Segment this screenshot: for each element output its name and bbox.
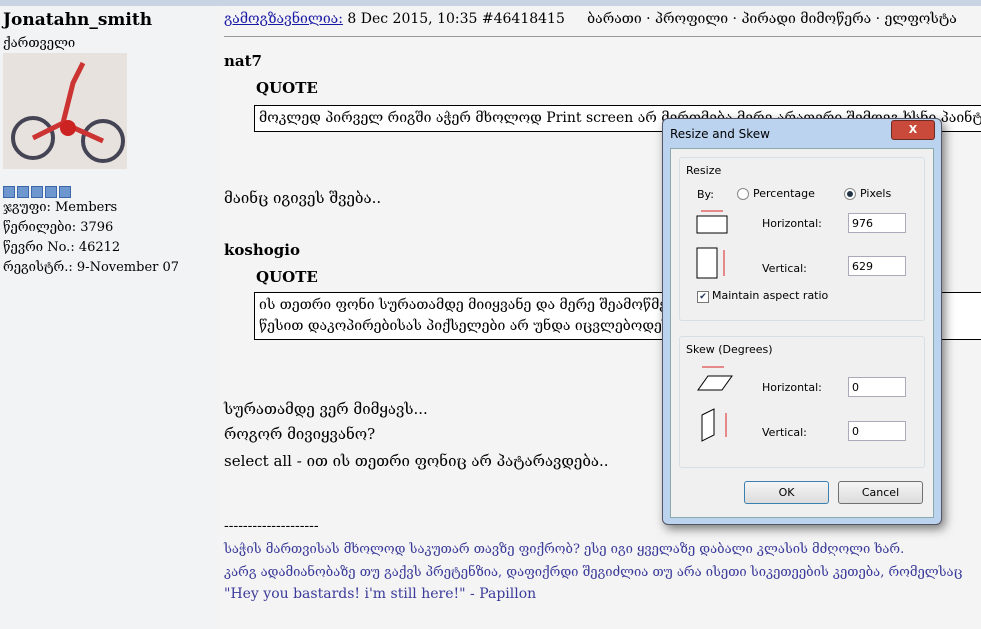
user-member-no: წევრი No.: 46212 xyxy=(3,240,121,255)
pixels-radio[interactable]: Pixels xyxy=(844,187,891,200)
vertical-resize-icon xyxy=(696,247,725,279)
reply-line: სურათამდე ვერ მიმყავს... xyxy=(224,400,428,418)
resize-skew-dialog: Resize and Skew X Resize By: Percentage … xyxy=(662,118,942,525)
skew-group: Skew (Degrees) Horizontal: 0 Vertical: 0 xyxy=(679,336,925,468)
post-actions[interactable]: ბარათი · პროფილი · პირადი მიმოწერა · ელფ… xyxy=(587,11,957,27)
skew-vertical-icon xyxy=(701,408,727,442)
maintain-aspect-label: Maintain aspect ratio xyxy=(712,289,829,302)
horizontal-resize-icon xyxy=(696,210,728,234)
signature-line: კარგ ადამიანობაზე თუ გაქვს პრეტენზია, და… xyxy=(224,565,963,580)
pixels-label: Pixels xyxy=(860,187,892,200)
horizontal-label: Horizontal: xyxy=(762,217,822,230)
resize-label: Resize xyxy=(686,164,722,177)
user-registered: რეგისტრ.: 9-November 07 xyxy=(3,260,180,275)
skew-horizontal-label: Horizontal: xyxy=(762,381,822,394)
post-permalink[interactable]: გამოგზავნილია: xyxy=(224,11,343,27)
reply-line: როგორ მივიყვანო? xyxy=(224,425,376,443)
quote-author: koshogio xyxy=(224,241,300,259)
vertical-label: Vertical: xyxy=(762,262,807,275)
avatar xyxy=(3,53,127,169)
dialog-content: Resize By: Percentage Pixels Horizontal:… xyxy=(670,148,934,518)
user-sidebar: Jonatahn_smith ქართველი ჯგუფი: Members წ… xyxy=(0,6,218,629)
skew-horizontal-input[interactable]: 0 xyxy=(848,377,906,397)
cancel-button[interactable]: Cancel xyxy=(838,481,923,504)
username[interactable]: Jonatahn_smith xyxy=(3,10,152,30)
resize-group: Resize By: Percentage Pixels Horizontal:… xyxy=(679,157,925,321)
quote-label: QUOTE xyxy=(256,268,318,286)
quote-author: nat7 xyxy=(224,52,262,70)
user-posts: წერილები: 3796 xyxy=(3,220,114,235)
user-group: ჯგუფი: Members xyxy=(3,200,118,215)
post-header: გამოგზავნილია: 8 Dec 2015, 10:35 #464184… xyxy=(224,11,957,27)
reply-text: მაინც იგივეს შვება.. xyxy=(224,189,382,207)
rank-pips xyxy=(3,186,71,198)
percentage-radio[interactable]: Percentage xyxy=(737,187,815,200)
vertical-input[interactable]: 629 xyxy=(848,256,906,276)
percentage-label: Percentage xyxy=(753,187,815,200)
by-label: By: xyxy=(697,188,714,201)
skew-vertical-label: Vertical: xyxy=(762,426,807,439)
close-button[interactable]: X xyxy=(891,120,935,140)
horizontal-input[interactable]: 976 xyxy=(848,213,906,233)
maintain-aspect-checkbox[interactable]: ✔ Maintain aspect ratio xyxy=(697,289,828,303)
signature-line: საჭის მართვისას მხოლოდ საკუთარ თავზე ფიქ… xyxy=(224,542,905,557)
post-date: 8 Dec 2015, 10:35 #46418415 xyxy=(342,11,565,27)
reply-line: select all - ით ის თეთრი ფონიც არ პატარა… xyxy=(224,452,609,470)
skew-vertical-input[interactable]: 0 xyxy=(848,421,906,441)
divider xyxy=(224,36,981,37)
skew-label: Skew (Degrees) xyxy=(686,343,773,356)
user-location: ქართველი xyxy=(3,36,76,51)
signature-separator: -------------------- xyxy=(224,518,319,534)
ok-button[interactable]: OK xyxy=(744,481,829,504)
skew-horizontal-icon xyxy=(697,366,733,391)
quote-label: QUOTE xyxy=(256,79,318,97)
dialog-title: Resize and Skew xyxy=(670,127,770,141)
signature-quote: "Hey you bastards! i'm still here!" - Pa… xyxy=(224,586,537,602)
